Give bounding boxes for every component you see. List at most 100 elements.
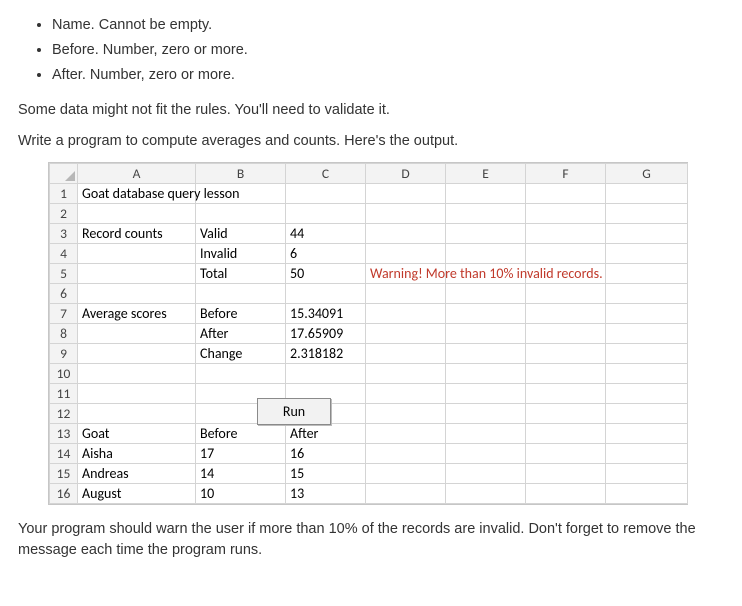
cell[interactable] <box>446 324 526 344</box>
cell[interactable] <box>446 404 526 424</box>
cell[interactable] <box>78 264 196 284</box>
cell[interactable]: 15.34091 <box>286 304 366 324</box>
cell[interactable] <box>606 384 688 404</box>
cell[interactable]: 50 <box>286 264 366 284</box>
cell[interactable] <box>606 304 688 324</box>
cell[interactable]: Change <box>196 344 286 364</box>
row-header[interactable]: 14 <box>50 444 78 464</box>
cell[interactable]: 10 <box>196 484 286 504</box>
cell[interactable]: August <box>78 484 196 504</box>
row-header[interactable]: 7 <box>50 304 78 324</box>
cell[interactable]: 17.65909 <box>286 324 366 344</box>
cell[interactable] <box>366 344 446 364</box>
col-header[interactable]: B <box>196 164 286 184</box>
cell[interactable] <box>606 464 688 484</box>
cell[interactable]: Andreas <box>78 464 196 484</box>
cell[interactable]: Goat database query lesson <box>78 184 196 204</box>
row-header[interactable]: 8 <box>50 324 78 344</box>
cell[interactable] <box>366 324 446 344</box>
spreadsheet-grid[interactable]: A B C D E F G 1 Goat database query less… <box>49 163 688 504</box>
cell[interactable]: 17 <box>196 444 286 464</box>
cell[interactable] <box>78 384 196 404</box>
cell[interactable] <box>606 204 688 224</box>
cell[interactable] <box>366 244 446 264</box>
col-header[interactable]: G <box>606 164 688 184</box>
cell[interactable] <box>526 224 606 244</box>
cell[interactable] <box>446 344 526 364</box>
cell[interactable]: 16 <box>286 444 366 464</box>
row-header[interactable]: 3 <box>50 224 78 244</box>
cell[interactable] <box>526 384 606 404</box>
cell[interactable]: After <box>286 424 366 444</box>
cell[interactable] <box>446 224 526 244</box>
row-header[interactable]: 11 <box>50 384 78 404</box>
cell[interactable] <box>526 184 606 204</box>
cell[interactable] <box>366 364 446 384</box>
cell[interactable]: 13 <box>286 484 366 504</box>
cell[interactable] <box>446 384 526 404</box>
row-header[interactable]: 10 <box>50 364 78 384</box>
col-header[interactable]: C <box>286 164 366 184</box>
cell[interactable]: Record counts <box>78 224 196 244</box>
row-header[interactable]: 9 <box>50 344 78 364</box>
row-header[interactable]: 6 <box>50 284 78 304</box>
cell[interactable] <box>78 364 196 384</box>
cell[interactable] <box>446 244 526 264</box>
cell[interactable] <box>366 184 446 204</box>
cell[interactable] <box>446 444 526 464</box>
cell[interactable] <box>366 284 446 304</box>
col-header[interactable]: F <box>526 164 606 184</box>
cell[interactable] <box>366 444 446 464</box>
cell[interactable] <box>526 204 606 224</box>
cell[interactable]: Before <box>196 424 286 444</box>
cell[interactable]: Valid <box>196 224 286 244</box>
cell[interactable] <box>366 204 446 224</box>
cell[interactable] <box>78 344 196 364</box>
cell[interactable] <box>606 484 688 504</box>
cell[interactable] <box>78 204 196 224</box>
cell[interactable] <box>286 204 366 224</box>
warning-cell[interactable]: Warning! More than 10% invalid records. <box>366 264 446 284</box>
cell[interactable] <box>606 424 688 444</box>
cell[interactable] <box>606 224 688 244</box>
cell[interactable]: Before <box>196 304 286 324</box>
cell[interactable] <box>196 204 286 224</box>
cell[interactable] <box>366 464 446 484</box>
cell[interactable]: 2.318182 <box>286 344 366 364</box>
col-header[interactable]: A <box>78 164 196 184</box>
cell[interactable] <box>606 404 688 424</box>
cell[interactable] <box>446 284 526 304</box>
cell[interactable] <box>196 284 286 304</box>
select-all-corner[interactable] <box>50 164 78 184</box>
row-header[interactable]: 2 <box>50 204 78 224</box>
run-button[interactable]: Run <box>257 398 331 425</box>
cell[interactable]: 44 <box>286 224 366 244</box>
cell[interactable]: Total <box>196 264 286 284</box>
row-header[interactable]: 16 <box>50 484 78 504</box>
cell[interactable] <box>606 264 688 284</box>
col-header[interactable]: D <box>366 164 446 184</box>
cell[interactable] <box>526 244 606 264</box>
cell[interactable] <box>366 304 446 324</box>
cell[interactable] <box>526 364 606 384</box>
cell[interactable] <box>78 244 196 264</box>
cell[interactable] <box>366 384 446 404</box>
cell[interactable] <box>606 184 688 204</box>
cell[interactable] <box>366 484 446 504</box>
cell[interactable] <box>526 444 606 464</box>
row-header[interactable]: 4 <box>50 244 78 264</box>
cell[interactable] <box>526 344 606 364</box>
cell[interactable] <box>606 364 688 384</box>
cell[interactable] <box>366 424 446 444</box>
cell[interactable] <box>526 304 606 324</box>
cell[interactable] <box>78 324 196 344</box>
cell[interactable] <box>606 244 688 264</box>
row-header[interactable]: 12 <box>50 404 78 424</box>
cell[interactable] <box>606 324 688 344</box>
cell[interactable]: After <box>196 324 286 344</box>
cell[interactable] <box>446 424 526 444</box>
cell[interactable]: Aisha <box>78 444 196 464</box>
cell[interactable]: Invalid <box>196 244 286 264</box>
col-header[interactable]: E <box>446 164 526 184</box>
cell[interactable] <box>526 404 606 424</box>
